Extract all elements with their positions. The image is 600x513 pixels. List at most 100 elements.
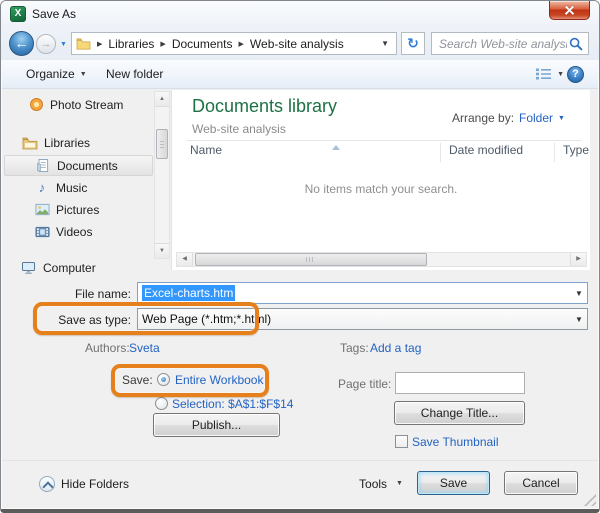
new-folder-label: New folder [106,67,163,81]
column-separator [440,143,441,162]
cancel-button-label: Cancel [522,476,559,490]
publish-button-label: Publish... [192,418,241,432]
hide-folders-label: Hide Folders [61,477,129,491]
change-title-button[interactable]: Change Title... [394,401,525,425]
scroll-down-icon: ▼ [159,248,165,254]
sidebar-item-computer[interactable]: Computer [4,257,153,278]
change-view-button[interactable] [535,67,552,86]
save-button-label: Save [440,476,467,490]
save-as-type-dropdown-icon[interactable]: ▼ [571,315,587,324]
authors-value-link[interactable]: Sveta [129,341,160,355]
help-icon: ? [572,68,579,80]
chevron-down-icon: ▼ [558,115,565,122]
page-title-label: Page title: [338,377,391,391]
scroll-right-icon: ▶ [576,256,581,262]
computer-icon [21,260,37,276]
sidebar-item-label: Libraries [44,136,90,150]
add-a-tag-link[interactable]: Add a tag [370,341,421,355]
organize-label: Organize [26,67,75,81]
sidebar-item-pictures[interactable]: Pictures [4,199,153,220]
chevron-down-icon: ▼ [80,71,87,78]
arrange-by-label: Arrange by: [452,111,514,125]
pictures-icon [34,202,50,218]
sidebar-item-photo-stream[interactable]: Photo Stream [4,94,153,115]
entire-workbook-option[interactable]: Entire Workbook [175,373,263,387]
address-dropdown[interactable]: ▼ [378,39,392,48]
breadcrumb-arrow-icon: ▶ [160,40,165,48]
resize-grip[interactable] [584,494,596,506]
column-header-type[interactable]: Type [563,143,589,164]
file-name-dropdown-icon[interactable]: ▼ [571,289,587,298]
navigation-pane: Photo Stream Libraries Documents ♪ Music… [4,93,153,278]
refresh-button[interactable]: ↻ [401,32,425,55]
scroll-right-button[interactable]: ▶ [570,253,586,266]
scrollbar-track[interactable] [193,253,570,266]
save-options-label: Save: [122,373,153,387]
organize-menu[interactable]: Organize ▼ [20,60,93,88]
sidebar-scrollbar[interactable]: ▲ ▼ [154,91,170,259]
breadcrumb-documents[interactable]: Documents [172,37,233,51]
change-title-button-label: Change Title... [421,406,498,420]
breadcrumb-web-site-analysis[interactable]: Web-site analysis [250,37,344,51]
music-icon: ♪ [34,180,50,196]
entire-workbook-radio[interactable] [157,373,170,386]
change-view-dropdown[interactable]: ▼ [557,71,564,78]
sidebar-item-label: Photo Stream [50,98,123,112]
publish-button[interactable]: Publish... [153,413,280,437]
authors-label: Authors: [85,341,130,355]
sidebar-item-music[interactable]: ♪ Music [4,177,153,198]
sort-ascending-icon [332,145,340,150]
cancel-button[interactable]: Cancel [504,471,578,495]
new-folder-button[interactable]: New folder [100,60,169,88]
file-list-horizontal-scrollbar[interactable]: ◀ ▶ [176,252,587,267]
file-name-value[interactable]: Excel-charts.htm [142,285,235,301]
library-title: Documents library [192,96,337,117]
column-header-name[interactable]: Name [190,143,222,164]
column-header-date-modified[interactable]: Date modified [449,143,523,164]
save-as-type-label: Save as type: [1,313,131,327]
library-subtitle: Web-site analysis [192,122,286,136]
photo-stream-icon [28,97,44,113]
excel-app-icon: X [10,6,26,22]
tools-dropdown[interactable]: Tools ▼ [349,472,413,495]
save-as-type-combobox[interactable]: Web Page (*.htm;*.html) ▼ [137,308,588,330]
save-thumbnail-checkbox[interactable] [395,435,408,448]
window-title: Save As [32,7,76,21]
hide-folders-button[interactable]: Hide Folders [39,476,129,492]
back-button[interactable]: ← [9,31,34,56]
scrollbar-thumb[interactable] [156,129,168,159]
close-button[interactable] [549,1,590,20]
sidebar-item-label: Pictures [56,203,99,217]
documents-icon [35,158,51,174]
videos-icon [34,224,50,240]
save-thumbnail-label[interactable]: Save Thumbnail [412,435,499,449]
forward-arrow-icon: → [41,38,52,50]
sidebar-item-documents[interactable]: Documents [4,155,153,176]
help-button[interactable]: ? [567,66,584,83]
breadcrumb-arrow-icon: ▶ [97,40,102,48]
scroll-up-button[interactable]: ▲ [155,92,169,107]
selection-radio[interactable] [155,397,168,410]
recent-pages-dropdown[interactable]: ▼ [60,41,67,48]
tools-label: Tools [359,477,387,491]
scrollbar-thumb[interactable] [195,253,427,266]
scroll-left-button[interactable]: ◀ [177,253,193,266]
sidebar-item-label: Videos [56,225,92,239]
selection-option[interactable]: Selection: $A$1:$F$14 [172,397,293,411]
arrange-by-dropdown[interactable]: Folder ▼ [519,111,565,125]
scroll-down-button[interactable]: ▼ [155,243,169,258]
sidebar-item-videos[interactable]: Videos [4,221,153,242]
save-button[interactable]: Save [417,471,490,495]
file-list-pane: Documents library Web-site analysis Arra… [171,90,590,270]
forward-button[interactable]: → [36,34,56,54]
command-toolbar: Organize ▼ New folder ▼ ? [2,60,598,89]
breadcrumb-libraries[interactable]: Libraries [108,37,154,51]
footer-divider [2,460,598,461]
address-bar[interactable]: ▶ Libraries ▶ Documents ▶ Web-site analy… [71,32,397,55]
breadcrumb-arrow-icon: ▶ [239,40,244,48]
search-box [431,32,589,55]
sidebar-item-libraries[interactable]: Libraries [4,132,153,153]
page-title-input[interactable] [395,372,525,394]
search-input[interactable] [437,36,569,52]
file-name-combobox[interactable]: Excel-charts.htm ▼ [137,282,588,304]
